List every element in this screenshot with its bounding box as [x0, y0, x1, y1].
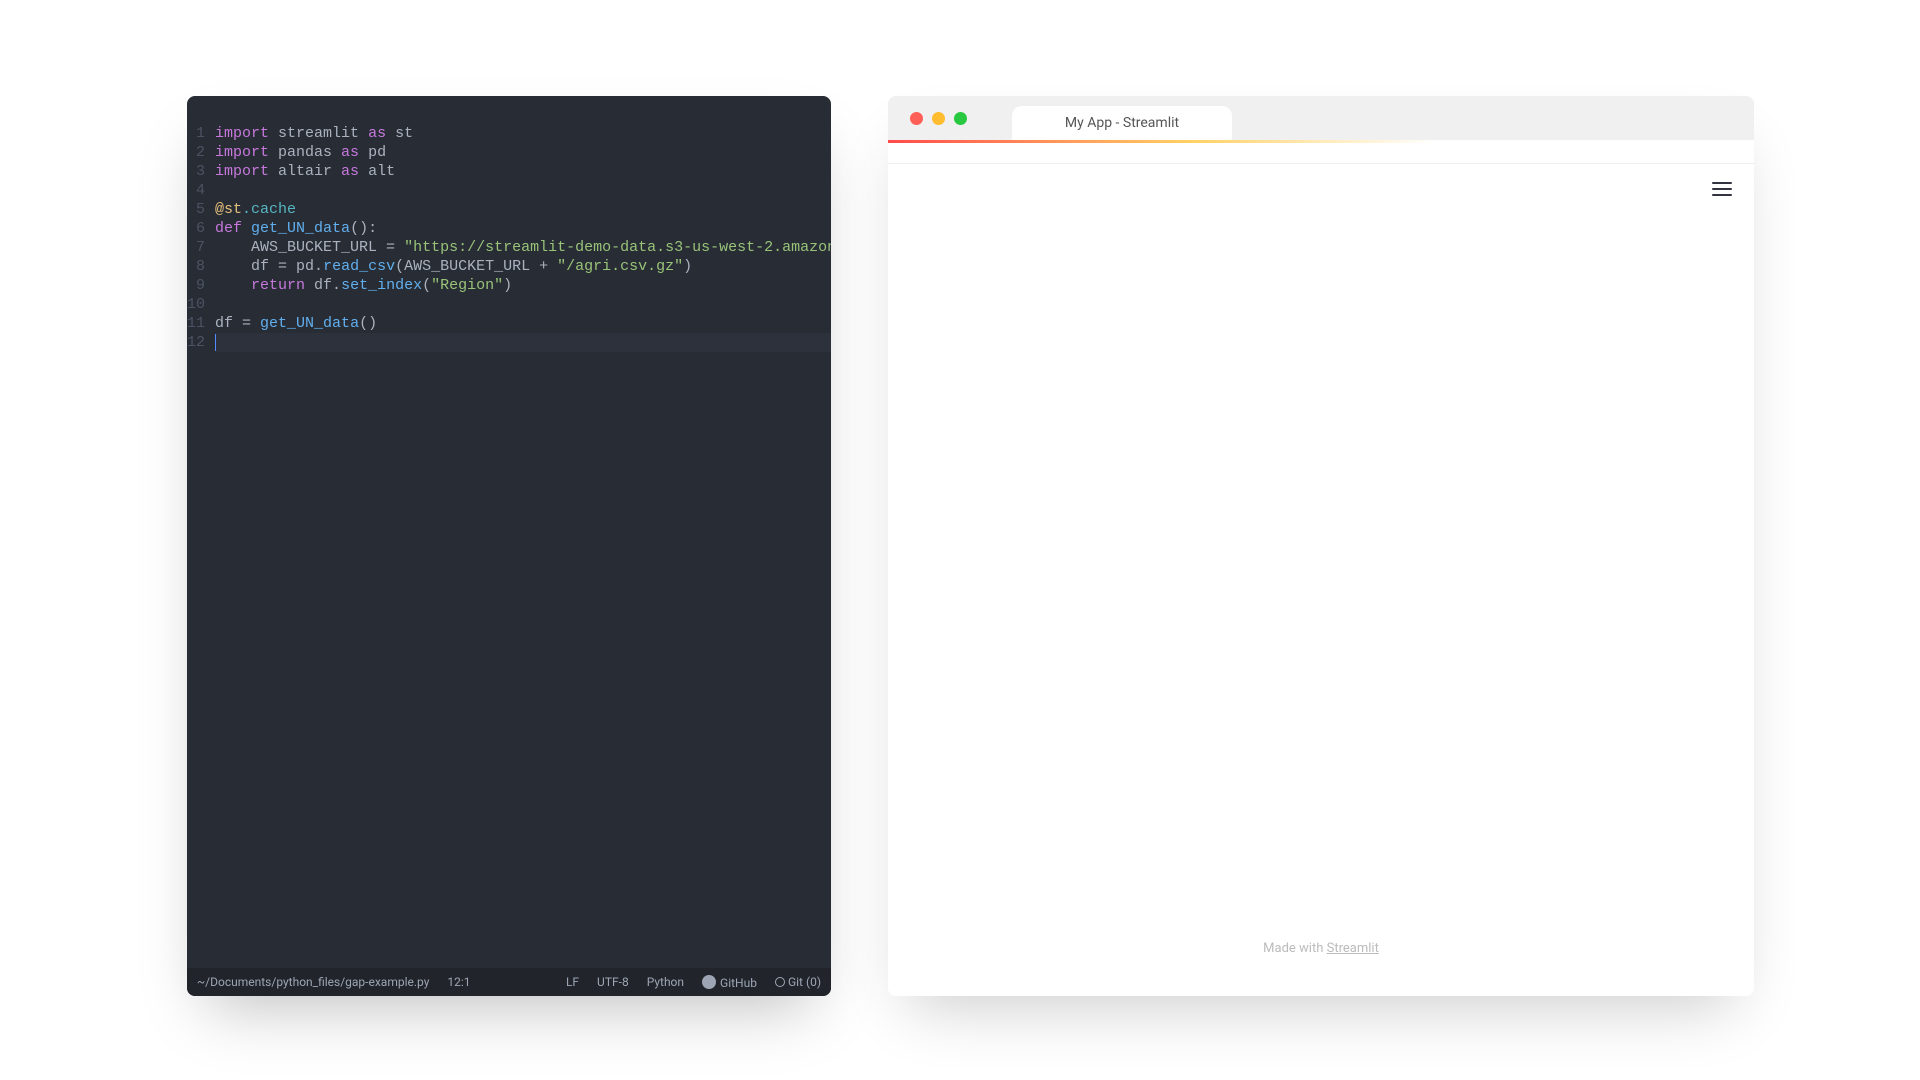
hamburger-icon — [1712, 194, 1732, 196]
status-cursor-pos[interactable]: 12:1 — [447, 975, 470, 989]
line-number: 4 — [187, 181, 205, 200]
browser-toolbar — [888, 140, 1754, 164]
maximize-window-button[interactable] — [954, 112, 967, 125]
browser-tab[interactable]: My App - Streamlit — [1012, 106, 1232, 140]
code-line — [215, 295, 831, 314]
code-line-active — [215, 333, 831, 352]
github-icon — [702, 975, 716, 989]
streamlit-running-indicator — [888, 140, 1494, 143]
code-line: df = pd.read_csv(AWS_BUCKET_URL + "/agri… — [215, 257, 831, 276]
code-line: @st.cache — [215, 200, 831, 219]
status-eol[interactable]: LF — [566, 975, 579, 989]
browser-window: My App - Streamlit Made with Streamlit — [888, 96, 1754, 996]
git-branch-icon — [775, 977, 785, 987]
line-number: 3 — [187, 162, 205, 181]
line-number: 8 — [187, 257, 205, 276]
tab-title: My App - Streamlit — [1065, 115, 1179, 131]
status-github[interactable]: GitHub — [702, 975, 757, 990]
hamburger-icon — [1712, 188, 1732, 190]
code-area[interactable]: import streamlit as st import pandas as … — [215, 124, 831, 968]
code-line: def get_UN_data(): — [215, 219, 831, 238]
code-line — [215, 181, 831, 200]
code-editor-window: 1 2 3 4 5 6 7 8 9 10 11 12 import stream… — [187, 96, 831, 996]
line-number: 7 — [187, 238, 205, 257]
code-line: df = get_UN_data() — [215, 314, 831, 333]
line-number: 2 — [187, 143, 205, 162]
status-git[interactable]: Git (0) — [775, 975, 821, 989]
window-controls — [910, 112, 967, 125]
status-language[interactable]: Python — [647, 975, 684, 989]
status-encoding[interactable]: UTF-8 — [597, 975, 629, 989]
close-window-button[interactable] — [910, 112, 923, 125]
line-number: 10 — [187, 295, 205, 314]
minimize-window-button[interactable] — [932, 112, 945, 125]
hamburger-icon — [1712, 182, 1732, 184]
streamlit-app-viewport: Made with Streamlit — [888, 164, 1754, 996]
line-number: 5 — [187, 200, 205, 219]
line-number: 11 — [187, 314, 205, 333]
code-line: return df.set_index("Region") — [215, 276, 831, 295]
line-number: 6 — [187, 219, 205, 238]
code-line: AWS_BUCKET_URL = "https://streamlit-demo… — [215, 238, 831, 257]
footer-credit: Made with Streamlit — [888, 941, 1754, 956]
text-cursor — [215, 334, 216, 351]
code-line: import altair as alt — [215, 162, 831, 181]
line-number: 1 — [187, 124, 205, 143]
line-number: 12 — [187, 333, 205, 352]
status-file-path[interactable]: ~/Documents/python_files/gap-example.py — [197, 975, 429, 989]
streamlit-link[interactable]: Streamlit — [1327, 941, 1379, 956]
code-line: import streamlit as st — [215, 124, 831, 143]
editor-status-bar: ~/Documents/python_files/gap-example.py … — [187, 968, 831, 996]
line-number: 9 — [187, 276, 205, 295]
line-number-gutter: 1 2 3 4 5 6 7 8 9 10 11 12 — [187, 124, 215, 968]
footer-text: Made with — [1263, 941, 1326, 956]
code-editor-body[interactable]: 1 2 3 4 5 6 7 8 9 10 11 12 import stream… — [187, 96, 831, 968]
hamburger-menu-button[interactable] — [1712, 182, 1732, 196]
code-line: import pandas as pd — [215, 143, 831, 162]
browser-titlebar: My App - Streamlit — [888, 96, 1754, 140]
